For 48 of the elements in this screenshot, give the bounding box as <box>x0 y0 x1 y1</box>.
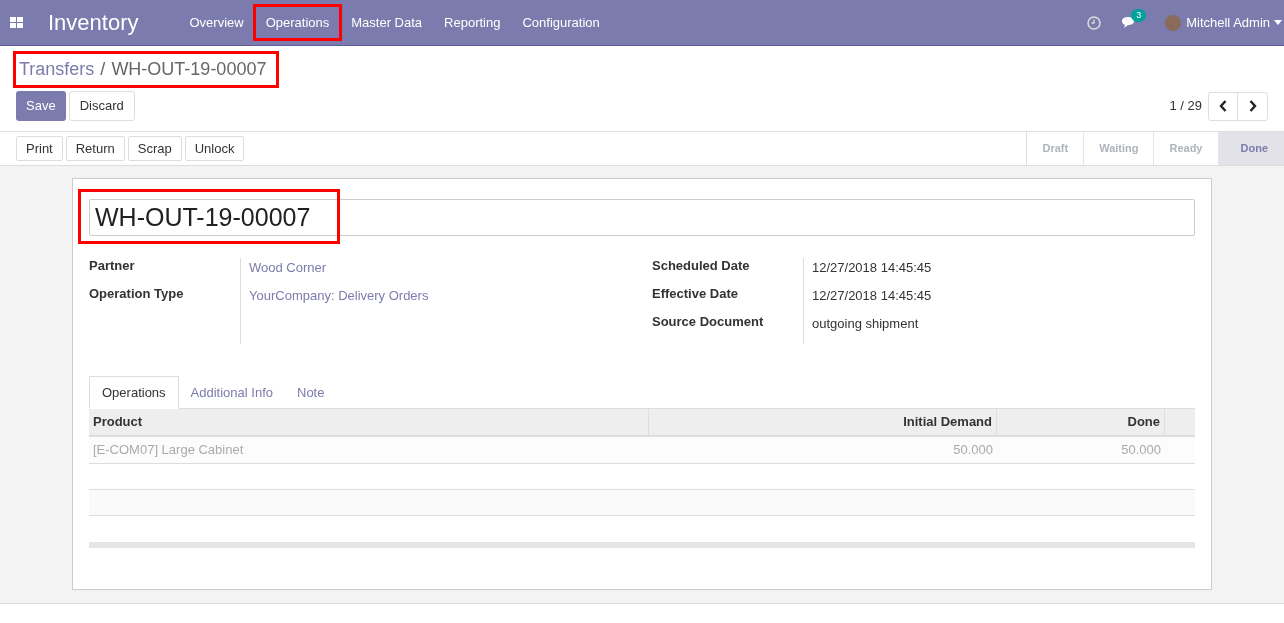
action-button[interactable]: Unlock <box>184 136 245 161</box>
table-cell-text: 50.000 <box>952 441 994 459</box>
user-avatar <box>1165 14 1182 31</box>
apps-menu-icon[interactable] <box>10 17 23 28</box>
field-label: Scheduled Date <box>652 258 751 274</box>
save-button[interactable]: Save <box>16 91 66 121</box>
field-label: Partner <box>89 258 136 274</box>
action-button[interactable]: Print <box>16 136 63 161</box>
app-title: Inventory <box>48 9 139 37</box>
message-count-badge: 3 <box>1131 9 1147 22</box>
column-header[interactable]: Done <box>997 409 1165 435</box>
menu-item[interactable]: Master Data <box>341 6 433 39</box>
field-label: Effective Date <box>652 286 739 302</box>
field-link[interactable]: YourCompany: Delivery Orders <box>249 288 429 304</box>
breadcrumb-separator: / <box>100 58 106 81</box>
field-value: 12/27/2018 14:45:45 <box>812 288 932 304</box>
form-tab[interactable]: Note <box>285 376 337 409</box>
menu-item[interactable]: Reporting <box>434 6 511 39</box>
breadcrumb-link[interactable]: Transfers <box>19 56 95 83</box>
menu-item[interactable]: Operations <box>255 6 340 39</box>
table-cell-text: [E-COM07] Large Cabinet <box>92 441 245 459</box>
chevron-left-icon <box>1219 100 1227 112</box>
status-step[interactable]: Ready <box>1154 132 1219 165</box>
column-header[interactable]: Initial Demand <box>649 409 997 435</box>
column-header[interactable]: Product <box>89 409 649 435</box>
discard-button[interactable]: Discard <box>68 91 135 121</box>
table-cell-text: 50.000 <box>1120 441 1162 459</box>
form-tab[interactable]: Additional Info <box>178 376 285 409</box>
user-menu[interactable]: Mitchell Admin <box>1186 12 1270 33</box>
status-step[interactable]: Waiting <box>1084 132 1155 165</box>
field-link[interactable]: Wood Corner <box>249 260 429 276</box>
pager-value: 1 / 29 <box>1169 97 1202 116</box>
field-label: Source Document <box>652 314 765 330</box>
action-button[interactable]: Return <box>65 136 125 161</box>
clock-icon[interactable] <box>1087 15 1102 30</box>
status-step[interactable]: Done <box>1218 132 1284 165</box>
caret-icon[interactable] <box>1274 20 1282 25</box>
field-label: Operation Type <box>89 286 185 302</box>
breadcrumb-current: WH-OUT-19-00007 <box>111 58 267 81</box>
field-value: 12/27/2018 14:45:45 <box>812 260 932 276</box>
menu-item[interactable]: Configuration <box>512 6 610 39</box>
action-button[interactable]: Scrap <box>127 136 182 161</box>
title-field[interactable]: WH-OUT-19-00007 <box>89 199 1195 236</box>
form-tab[interactable]: Operations <box>89 376 179 409</box>
status-step[interactable]: Draft <box>1027 132 1085 165</box>
chevron-right-icon <box>1248 100 1257 112</box>
field-value: outgoing shipment <box>812 316 920 332</box>
menu-item[interactable]: Overview <box>179 6 254 39</box>
